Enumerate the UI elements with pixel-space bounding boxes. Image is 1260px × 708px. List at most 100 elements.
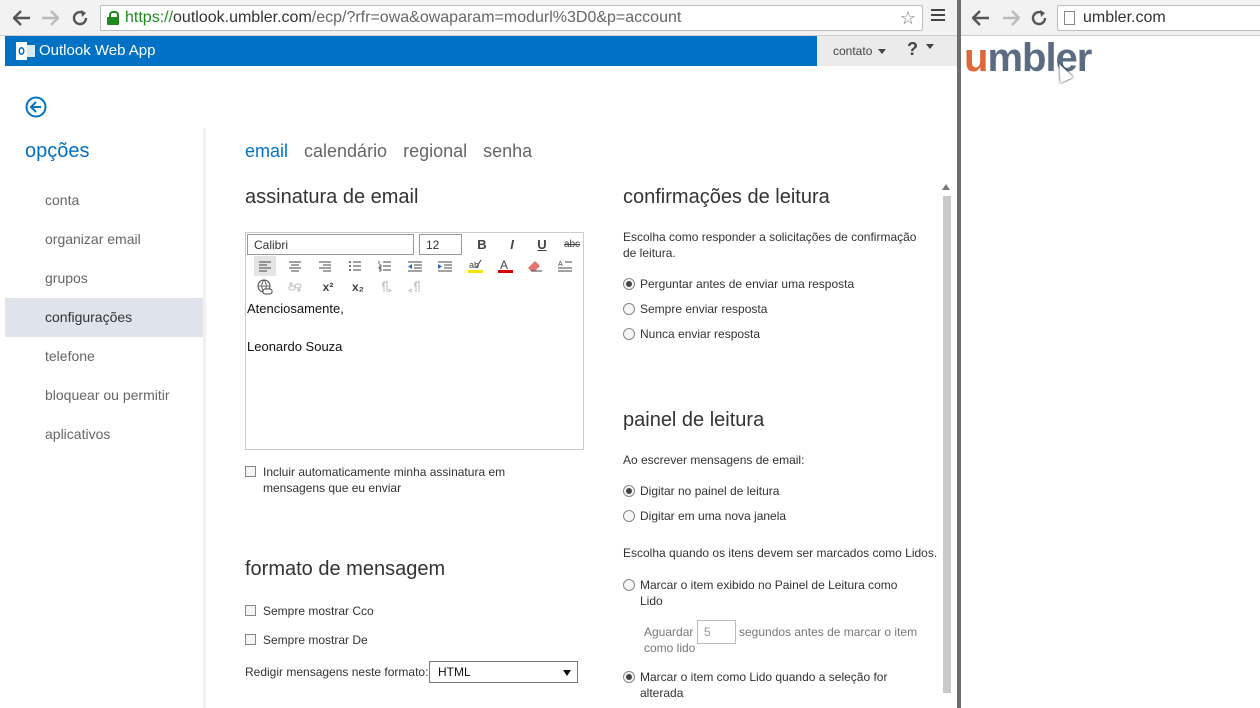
numbered-list-icon[interactable] <box>374 256 396 276</box>
forward-icon[interactable] <box>38 6 62 30</box>
tab-senha[interactable]: senha <box>483 141 532 162</box>
font-color-icon[interactable]: A <box>494 256 516 276</box>
reload-icon[interactable] <box>1027 6 1051 30</box>
header-user-area: contato ? <box>817 36 957 66</box>
reload-icon[interactable] <box>68 6 92 30</box>
align-left-icon[interactable] <box>254 256 276 276</box>
compose-in-pane-radio[interactable] <box>623 485 635 497</box>
ltr-direction-icon[interactable] <box>374 277 396 297</box>
sidebar-item-telefone[interactable]: telefone <box>5 337 203 376</box>
signature-heading: assinatura de email <box>245 186 419 208</box>
receipt-always-radio[interactable] <box>623 303 635 315</box>
receipt-ask-label: Perguntar antes de enviar uma resposta <box>640 277 855 291</box>
mark-read-option-2[interactable]: Marcar o item como Lido quando a seleção… <box>623 669 923 701</box>
compose-format-select[interactable]: HTML <box>429 661 578 683</box>
sidebar-item-organizar-email[interactable]: organizar email <box>5 220 203 259</box>
vertical-scrollbar[interactable] <box>943 196 951 693</box>
increase-indent-icon[interactable] <box>434 256 456 276</box>
address-bar-right[interactable]: umbler.com <box>1057 5 1260 31</box>
clear-formatting-icon[interactable] <box>524 256 546 276</box>
signature-line-1: Atenciosamente, <box>247 301 344 316</box>
compose-new-window-radio[interactable] <box>623 510 635 522</box>
remove-link-icon[interactable] <box>284 277 306 297</box>
signature-editor[interactable]: Calibri 12 B I U abc ab A A x² x₂ Atenci… <box>245 232 584 450</box>
receipt-ask-radio[interactable] <box>623 278 635 290</box>
rtl-direction-icon[interactable] <box>404 277 426 297</box>
superscript-button[interactable]: x² <box>317 277 339 297</box>
receipt-option-ask[interactable]: Perguntar antes de enviar uma resposta <box>623 276 854 292</box>
subscript-button[interactable]: x₂ <box>347 277 369 297</box>
align-right-icon[interactable] <box>314 256 336 276</box>
show-from-option[interactable]: Sempre mostrar De <box>245 632 368 648</box>
receipt-never-label: Nunca enviar resposta <box>640 327 761 341</box>
show-bcc-option[interactable]: Sempre mostrar Cco <box>245 603 374 619</box>
sidebar-divider <box>203 128 206 708</box>
mark-read-delay-radio[interactable] <box>623 579 635 591</box>
align-center-icon[interactable] <box>284 256 306 276</box>
auto-signature-label: Incluir automaticamente minha assinatura… <box>263 465 506 495</box>
app-title[interactable]: Outlook Web App <box>39 42 155 59</box>
browser-toolbar-right: umbler.com <box>961 0 1260 36</box>
decrease-indent-icon[interactable] <box>404 256 426 276</box>
reading-pane-compose-description: Ao escrever mensagens de email: <box>623 453 805 467</box>
mark-read-option-1[interactable]: Marcar o item exibido no Painel de Leitu… <box>623 577 923 609</box>
scroll-up-icon[interactable] <box>942 184 950 190</box>
umbler-logo[interactable]: umbler <box>964 36 1092 81</box>
font-name-select[interactable]: Calibri <box>247 234 414 255</box>
italic-button[interactable]: I <box>501 234 523 254</box>
help-menu[interactable]: ? <box>907 39 934 60</box>
strikethrough-button[interactable]: abc <box>561 234 583 254</box>
compose-in-pane-label: Digitar no painel de leitura <box>640 484 780 498</box>
chevron-down-icon <box>926 44 934 49</box>
sidebar-item-configuracoes[interactable]: configurações <box>5 298 203 337</box>
text-direction-icon[interactable]: A <box>554 256 576 276</box>
url-text: umbler.com <box>1083 9 1166 26</box>
read-receipts-description: Escolha como responder a solicitações de… <box>623 230 917 260</box>
sidebar-item-aplicativos[interactable]: aplicativos <box>5 415 203 454</box>
compose-new-window-option[interactable]: Digitar em uma nova janela <box>623 508 786 524</box>
forward-icon[interactable] <box>999 6 1023 30</box>
receipt-never-radio[interactable] <box>623 328 635 340</box>
user-menu-label: contato <box>833 44 873 58</box>
tab-calendario[interactable]: calendário <box>304 141 387 162</box>
receipt-option-always[interactable]: Sempre enviar resposta <box>623 301 767 317</box>
read-receipts-heading: confirmações de leitura <box>623 186 830 208</box>
sidebar-item-conta[interactable]: conta <box>5 181 203 220</box>
mark-read-selection-radio[interactable] <box>623 671 635 683</box>
settings-tabs: email calendário regional senha <box>245 141 532 162</box>
mark-read-delay-label: Marcar o item exibido no Painel de Leitu… <box>640 578 898 608</box>
show-bcc-checkbox[interactable] <box>245 605 256 616</box>
svg-text:A: A <box>558 261 563 268</box>
underline-button[interactable]: U <box>531 234 553 254</box>
compose-new-window-label: Digitar em uma nova janela <box>640 509 787 523</box>
receipt-option-never[interactable]: Nunca enviar resposta <box>623 326 760 342</box>
signature-text[interactable]: Atenciosamente, Leonardo Souza <box>247 299 344 356</box>
browser-toolbar: https:// outlook.umbler.com /ecp/?rfr=ow… <box>0 0 957 36</box>
tab-email[interactable]: email <box>245 141 288 162</box>
browser-window-left: https:// outlook.umbler.com /ecp/?rfr=ow… <box>0 0 957 708</box>
message-format-heading: formato de mensagem <box>245 558 446 580</box>
bookmark-star-icon[interactable]: ☆ <box>900 8 916 29</box>
back-icon[interactable] <box>10 6 34 30</box>
show-from-checkbox[interactable] <box>245 634 256 645</box>
bold-button[interactable]: B <box>471 234 493 254</box>
sidebar-item-bloquear[interactable]: bloquear ou permitir <box>5 376 203 415</box>
bullet-list-icon[interactable] <box>344 256 366 276</box>
lock-icon <box>107 11 119 25</box>
font-size-select[interactable]: 12 <box>419 234 462 255</box>
options-title: opções <box>25 140 90 162</box>
address-bar[interactable]: https:// outlook.umbler.com /ecp/?rfr=ow… <box>100 5 923 31</box>
back-arrow-icon[interactable] <box>25 96 47 118</box>
tab-regional[interactable]: regional <box>403 141 467 162</box>
user-menu[interactable]: contato <box>833 44 887 58</box>
back-icon[interactable] <box>969 6 993 30</box>
highlight-color-icon[interactable]: ab <box>464 256 486 276</box>
auto-signature-option[interactable]: Incluir automaticamente minha assinatura… <box>245 464 535 496</box>
logo-letters: mbler <box>987 36 1092 80</box>
mark-read-selection-label: Marcar o item como Lido quando a seleção… <box>640 670 888 700</box>
browser-menu-icon[interactable] <box>931 9 945 23</box>
sidebar-item-grupos[interactable]: grupos <box>5 259 203 298</box>
auto-signature-checkbox[interactable] <box>245 466 256 477</box>
insert-link-icon[interactable] <box>254 277 276 297</box>
compose-in-pane-option[interactable]: Digitar no painel de leitura <box>623 483 779 499</box>
